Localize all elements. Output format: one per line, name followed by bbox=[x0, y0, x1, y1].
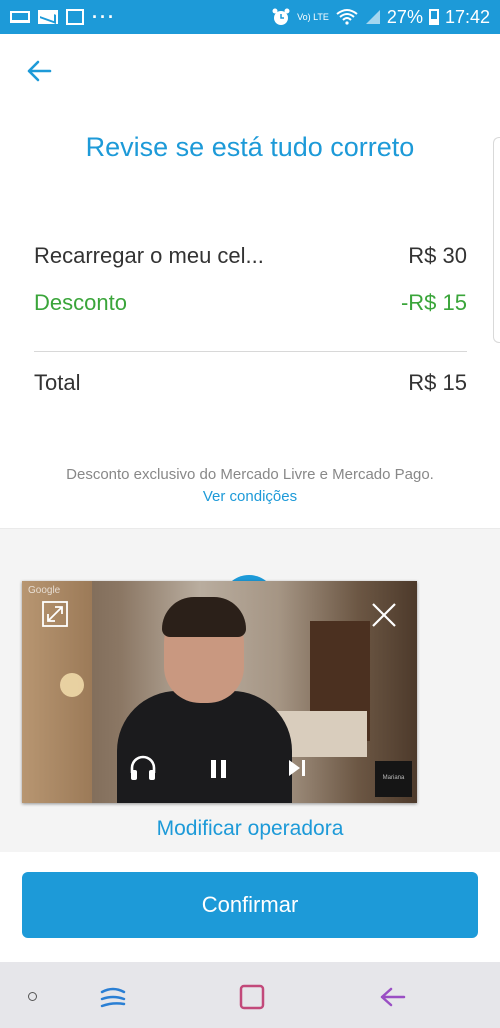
recent-apps-icon bbox=[100, 987, 126, 1008]
pause-icon bbox=[211, 760, 226, 778]
scroll-indicator bbox=[493, 137, 500, 343]
android-nav-bar bbox=[0, 962, 500, 1028]
battery-icon bbox=[428, 9, 439, 25]
close-video-button[interactable] bbox=[370, 601, 398, 629]
volte-indicator: Vo) LTE bbox=[297, 11, 329, 22]
status-bar: ··· Vo) LTE 27% 17:42 bbox=[0, 0, 500, 34]
audio-button[interactable] bbox=[128, 753, 158, 783]
divider bbox=[34, 351, 467, 352]
video-thumbnail: Mariana bbox=[375, 761, 412, 797]
discount-label: Desconto bbox=[34, 290, 127, 315]
total-label: Total bbox=[34, 370, 81, 395]
recent-apps-button[interactable] bbox=[98, 982, 128, 1012]
pause-button[interactable] bbox=[207, 757, 231, 781]
wifi-icon bbox=[336, 9, 358, 25]
mail-icon bbox=[38, 10, 58, 24]
laptop-icon bbox=[10, 11, 30, 23]
status-notifications: ··· bbox=[10, 7, 116, 28]
video-person-hair bbox=[162, 597, 246, 637]
more-notifications-icon: ··· bbox=[92, 6, 116, 27]
video-person-body bbox=[117, 691, 292, 803]
page-title: Revise se está tudo correto bbox=[85, 132, 415, 162]
item-row: Recarregar o meu cel... R$ 30 bbox=[34, 243, 467, 269]
video-scene-lamp bbox=[60, 673, 84, 697]
home-button[interactable] bbox=[237, 982, 267, 1012]
assistant-dot-icon[interactable] bbox=[28, 992, 37, 1001]
status-system: Vo) LTE 27% 17:42 bbox=[271, 7, 490, 28]
conditions-link[interactable]: Ver condições bbox=[0, 488, 500, 505]
discount-value: -R$ 15 bbox=[400, 290, 467, 315]
battery-percent: 27% bbox=[386, 6, 423, 27]
arrow-left-icon bbox=[27, 60, 52, 82]
close-icon bbox=[372, 603, 396, 627]
signal-icon bbox=[365, 10, 380, 24]
video-thumbnail-label: Mariana bbox=[382, 775, 405, 781]
item-label: Recarregar o meu cel... bbox=[34, 243, 264, 268]
skip-next-icon bbox=[289, 760, 305, 776]
video-watermark: Google bbox=[28, 585, 61, 596]
clock: 17:42 bbox=[444, 6, 490, 27]
expand-button[interactable] bbox=[42, 601, 68, 627]
film-icon bbox=[66, 9, 84, 25]
home-icon bbox=[239, 984, 265, 1010]
back-button[interactable] bbox=[24, 56, 54, 86]
total-row: Total R$ 15 bbox=[34, 370, 467, 396]
next-button[interactable] bbox=[285, 756, 309, 780]
item-value: R$ 30 bbox=[408, 243, 467, 268]
discount-disclaimer: Desconto exclusivo do Mercado Livre e Me… bbox=[66, 466, 434, 483]
alarm-icon bbox=[272, 8, 290, 25]
confirm-button[interactable]: Confirmar bbox=[22, 872, 478, 938]
discount-row: Desconto -R$ 15 bbox=[34, 290, 467, 316]
headphones-icon bbox=[130, 755, 156, 780]
video-player[interactable]: Google Mariana bbox=[22, 581, 417, 803]
nav-back-icon bbox=[380, 987, 406, 1007]
total-value: R$ 15 bbox=[408, 370, 467, 395]
expand-icon bbox=[42, 601, 68, 627]
nav-back-button[interactable] bbox=[377, 982, 407, 1012]
modify-operator-link[interactable]: Modificar operadora bbox=[0, 817, 500, 841]
